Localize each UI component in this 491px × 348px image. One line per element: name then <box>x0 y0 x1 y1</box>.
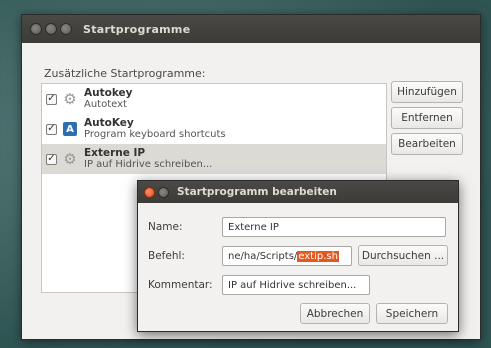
browse-button[interactable]: Durchsuchen ... <box>358 245 448 266</box>
dialog-title: Startprogramm bearbeiten <box>177 186 337 198</box>
command-field[interactable]: ne/ha/Scripts/extip.sh <box>222 246 352 266</box>
item-description: IP auf Hidrive schreiben... <box>84 159 213 170</box>
command-label: Befehl: <box>148 250 185 262</box>
dialog-titlebar: Startprogramm bearbeiten <box>138 181 458 203</box>
close-window-icon[interactable] <box>30 23 42 35</box>
add-button[interactable]: Hinzufügen <box>391 81 463 103</box>
enabled-checkbox[interactable]: ✓ <box>46 93 57 105</box>
item-name: Autokey <box>84 87 133 99</box>
remove-button[interactable]: Entfernen <box>391 107 463 129</box>
item-description: Program keyboard shortcuts <box>84 129 226 140</box>
save-button[interactable]: Speichern <box>376 303 448 324</box>
command-value: ne/ha/Scripts/ <box>228 250 298 262</box>
list-item-selected[interactable]: ✓ ⚙ Externe IP IP auf Hidrive schreiben.… <box>42 144 386 174</box>
minimize-dialog-icon[interactable] <box>158 186 169 198</box>
gears-icon: ⚙ <box>63 90 77 108</box>
command-selected-text: extip.sh <box>297 250 339 262</box>
list-label: Zusätzliche Startprogramme: <box>44 67 206 80</box>
window-titlebar: Startprogramme <box>22 15 480 43</box>
name-label: Name: <box>148 221 183 233</box>
comment-label: Kommentar: <box>148 279 213 291</box>
gears-icon: ⚙ <box>63 150 77 168</box>
enabled-checkbox[interactable]: ✓ <box>46 153 57 165</box>
autokey-a-icon: A <box>63 122 77 136</box>
item-description: Autotext <box>84 99 127 110</box>
comment-field[interactable]: IP auf Hidrive schreiben... <box>222 275 370 295</box>
edit-button[interactable]: Bearbeiten <box>391 133 463 155</box>
maximize-window-icon[interactable] <box>60 23 72 35</box>
list-item[interactable]: ✓ A AutoKey Program keyboard shortcuts <box>42 114 386 144</box>
list-item[interactable]: ✓ ⚙ Autokey Autotext <box>42 84 386 114</box>
name-field[interactable]: Externe IP <box>222 217 446 237</box>
name-value: Externe IP <box>228 221 279 233</box>
enabled-checkbox[interactable]: ✓ <box>46 123 57 135</box>
window-title: Startprogramme <box>83 22 191 36</box>
close-dialog-icon[interactable] <box>144 186 155 198</box>
item-name: Externe IP <box>84 147 146 159</box>
cancel-button[interactable]: Abbrechen <box>300 303 370 324</box>
item-name: AutoKey <box>84 117 134 129</box>
edit-startup-program-dialog: Startprogramm bearbeiten Name: Externe I… <box>137 180 459 332</box>
comment-value: IP auf Hidrive schreiben... <box>228 279 357 291</box>
minimize-window-icon[interactable] <box>45 23 57 35</box>
